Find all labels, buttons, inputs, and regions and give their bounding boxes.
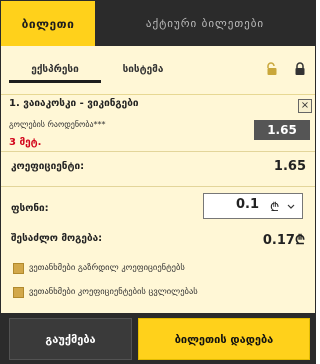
tab-system[interactable]: სისტემა (107, 58, 179, 80)
selection-item: 1. ვაიაკოსკი - ვიკინგები × გოლების რაოდე… (1, 95, 315, 151)
lari-currency-icon: ₾ (294, 233, 305, 248)
action-bar: გაუქმება ბილეთის დადება (1, 313, 315, 363)
stake-label: ფსონი: (11, 203, 49, 214)
odds-badge: 1.65 (254, 120, 310, 140)
unlock-icon[interactable] (266, 62, 278, 76)
checkbox[interactable] (13, 287, 24, 298)
tab-active-bets[interactable]: აქტიური ბილეთები (95, 1, 315, 46)
possible-win-label: შესაძლო მოგება: (11, 233, 103, 244)
coefficient-value: 1.65 (273, 159, 306, 174)
market-label: გოლების რაოდენობა*** (9, 120, 106, 129)
place-bet-button[interactable]: ბილეთის დადება (138, 318, 310, 360)
stake-input[interactable]: 0.1 ₾ (203, 193, 303, 219)
possible-win-row: შესაძლო მოგება: 0.17₾ (1, 228, 315, 252)
tab-betslip[interactable]: ბილეთი (1, 1, 95, 46)
stake-row: ფსონი: 0.1 ₾ (1, 193, 315, 223)
clear-button[interactable]: გაუქმება (9, 318, 132, 360)
tab-express[interactable]: ექსპრესი (9, 58, 101, 83)
accept-odds-change-option[interactable]: ვეთანხმები კოეფიციენტების ცვლილებას (1, 283, 315, 303)
accept-higher-odds-label: ვეთანხმები გაზრდილ კოეფიციენტებს (29, 263, 185, 273)
selection-pick: 3 მეტ. (9, 137, 42, 148)
chevron-down-icon[interactable] (287, 203, 295, 211)
main-tabs: ბილეთი აქტიური ბილეთები (1, 1, 315, 46)
possible-win-amount: 0.17 (262, 233, 295, 248)
close-icon[interactable]: × (298, 99, 312, 113)
lock-icon[interactable] (294, 62, 306, 76)
total-coefficient-row: კოეფიციენტი: 1.65 (1, 151, 315, 187)
possible-win-value: 0.17₾ (263, 230, 305, 248)
coefficient-label: კოეფიციენტი: (11, 161, 85, 172)
accept-higher-odds-option[interactable]: ვეთანხმები გაზრდილ კოეფიციენტებს (1, 259, 315, 279)
checkbox[interactable] (13, 263, 24, 274)
stake-value: 0.1 (236, 197, 260, 212)
match-title: 1. ვაიაკოსკი - ვიკინგები (9, 98, 139, 109)
bet-type-tabs: ექსპრესი სისტემა (1, 46, 315, 95)
lari-currency-icon: ₾ (270, 200, 280, 214)
accept-odds-change-label: ვეთანხმები კოეფიციენტების ცვლილებას (29, 287, 198, 297)
betslip-widget: ბილეთი აქტიური ბილეთები ექსპრესი სისტემა… (0, 0, 316, 364)
